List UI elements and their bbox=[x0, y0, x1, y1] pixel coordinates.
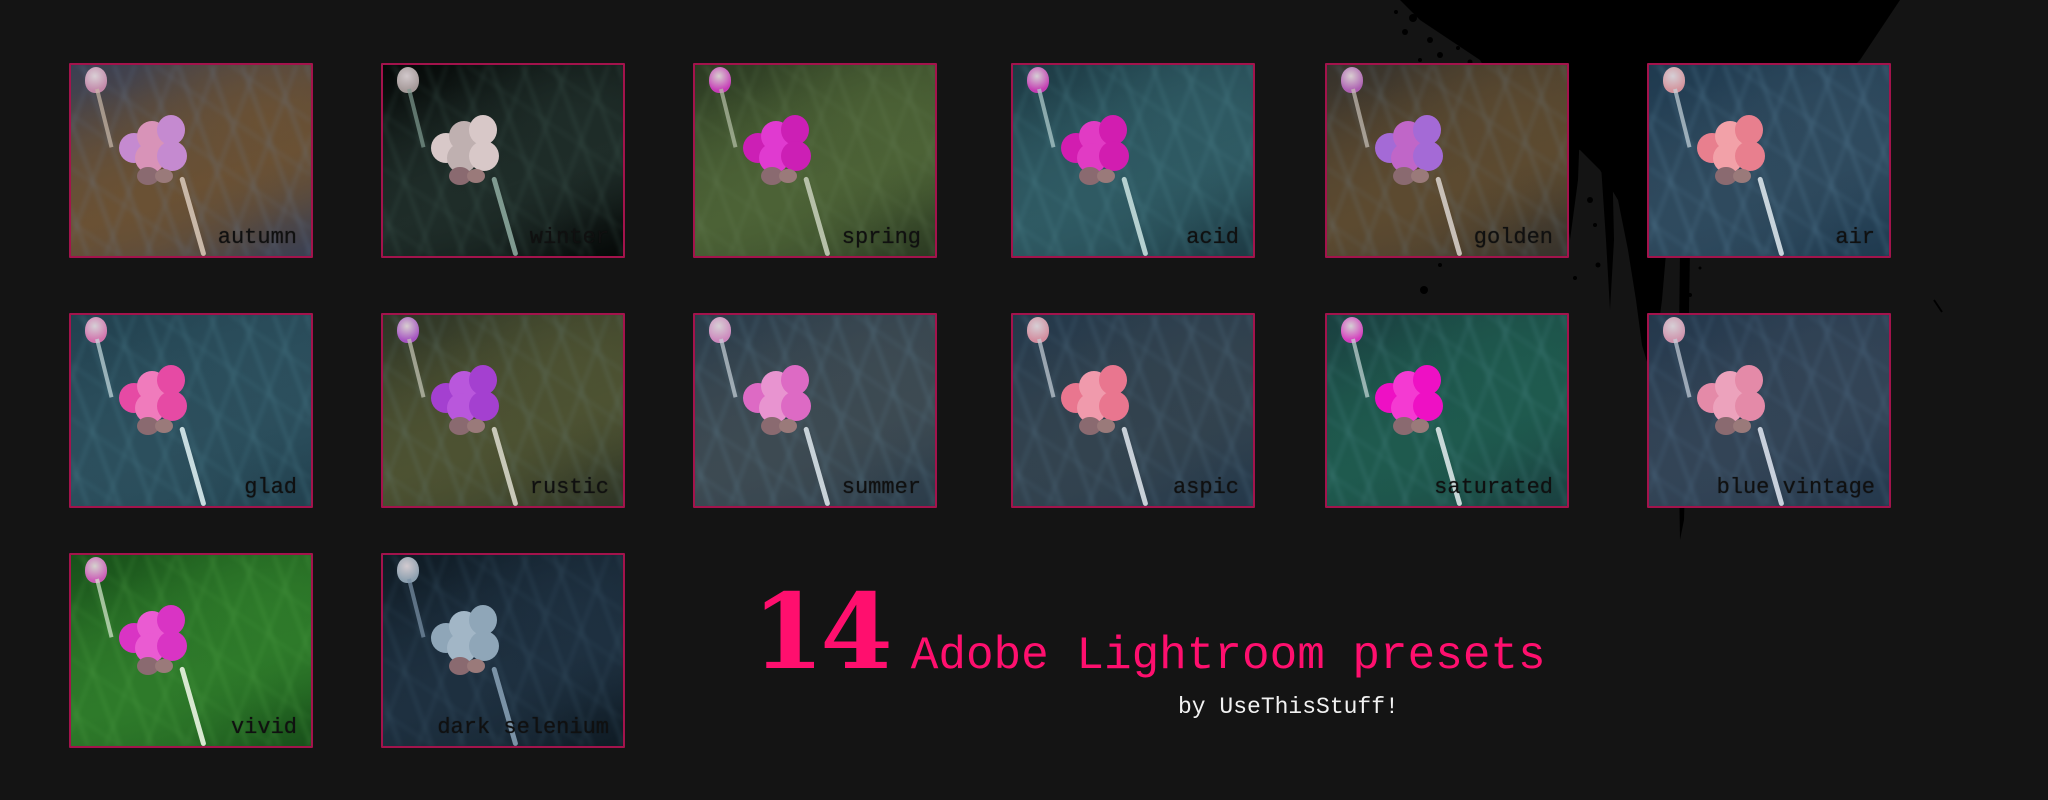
preset-label: aspic bbox=[1172, 475, 1239, 500]
preset-thumbnail[interactable]: spring bbox=[693, 63, 937, 258]
preset-thumbnail[interactable]: autumn bbox=[69, 63, 313, 258]
headline-text: Adobe Lightroom presets bbox=[910, 630, 1546, 682]
preset-thumbnail[interactable]: rustic bbox=[381, 313, 625, 508]
flower bbox=[431, 365, 503, 437]
preset-label: blue vintage bbox=[1716, 475, 1875, 500]
flower bbox=[1375, 115, 1447, 187]
preset-thumbnail[interactable]: air bbox=[1647, 63, 1891, 258]
preset-label: golden bbox=[1473, 225, 1553, 250]
preset-thumbnail[interactable]: aspic bbox=[1011, 313, 1255, 508]
preset-label: winter bbox=[529, 225, 609, 250]
preset-label: rustic bbox=[529, 475, 609, 500]
headline: 14 Adobe Lightroom presets bbox=[752, 570, 1546, 693]
flower bbox=[119, 115, 191, 187]
preset-thumbnail[interactable]: winter bbox=[381, 63, 625, 258]
preset-label: vivid bbox=[230, 715, 297, 740]
preset-thumbnail[interactable]: golden bbox=[1325, 63, 1569, 258]
preset-thumbnail[interactable]: summer bbox=[693, 313, 937, 508]
preset-label: autumn bbox=[217, 225, 297, 250]
preset-thumbnail[interactable]: saturated bbox=[1325, 313, 1569, 508]
flower bbox=[431, 115, 503, 187]
flower bbox=[119, 605, 191, 677]
flower bbox=[1697, 365, 1769, 437]
preset-label: spring bbox=[841, 225, 921, 250]
preset-label: saturated bbox=[1434, 475, 1553, 500]
preset-label: acid bbox=[1186, 225, 1239, 250]
flower bbox=[119, 365, 191, 437]
flower bbox=[743, 365, 815, 437]
preset-label: air bbox=[1835, 225, 1875, 250]
preset-thumbnail[interactable]: blue vintage bbox=[1647, 313, 1891, 508]
preset-label: glad bbox=[244, 475, 297, 500]
flower bbox=[1375, 365, 1447, 437]
preset-thumbnail[interactable]: dark selenium bbox=[381, 553, 625, 748]
flower bbox=[1061, 365, 1133, 437]
byline: by UseThisStuff! bbox=[1178, 694, 1399, 720]
preset-label: dark selenium bbox=[437, 715, 609, 740]
preset-label: summer bbox=[841, 475, 921, 500]
flower bbox=[1061, 115, 1133, 187]
flower bbox=[431, 605, 503, 677]
preset-count: 14 bbox=[752, 570, 893, 693]
preset-thumbnail[interactable]: glad bbox=[69, 313, 313, 508]
flower bbox=[743, 115, 815, 187]
preset-thumbnail[interactable]: acid bbox=[1011, 63, 1255, 258]
flower bbox=[1697, 115, 1769, 187]
preset-thumbnail[interactable]: vivid bbox=[69, 553, 313, 748]
